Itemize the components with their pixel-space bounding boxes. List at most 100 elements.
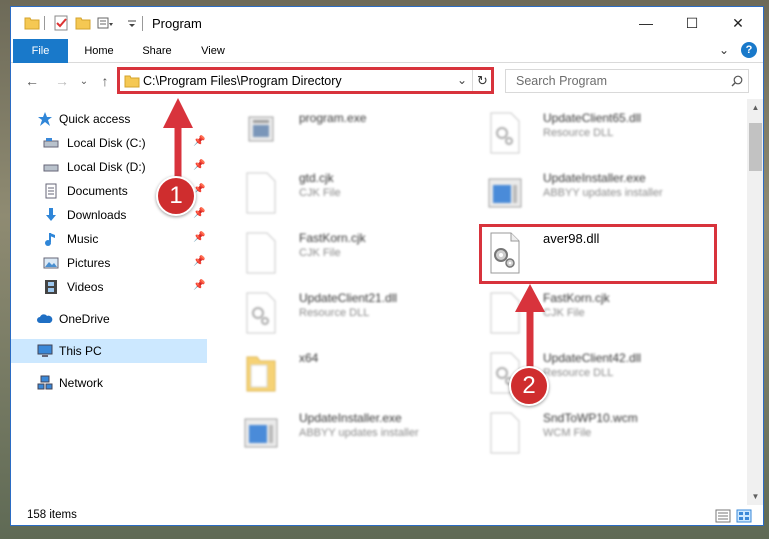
search-box[interactable]: Search Program [505,69,749,93]
search-icon[interactable] [731,75,743,87]
drive-icon [43,138,59,148]
pin-icon: 📌 [193,208,206,219]
status-bar: 158 items [11,505,763,525]
scroll-thumb[interactable] [749,123,762,171]
installer-icon [488,178,522,208]
recent-locations-button[interactable]: ⌄ [75,72,93,90]
cloud-icon [37,314,53,323]
file-type: ABBYY updates installer [299,427,419,439]
network-icon [37,375,53,390]
file-item[interactable]: SndToWP10.wcm WCM File [463,405,703,461]
file-type: Resource DLL [543,367,614,379]
ribbon-expand-icon[interactable]: ⌄ [719,43,729,57]
pictures-icon [43,257,59,269]
sidebar-item-label: Videos [67,280,104,294]
tab-share[interactable]: Share [133,39,181,63]
file-item[interactable]: FastKorn.cjk CJK File [219,225,459,281]
file-item[interactable]: UpdateInstaller.exe ABBYY updates instal… [219,405,459,461]
star-icon [38,112,52,126]
file-item[interactable]: program.exe [219,105,459,161]
forward-button[interactable]: → [53,72,71,90]
new-folder-icon[interactable] [75,15,91,31]
close-button[interactable]: ✕ [715,7,761,39]
maximize-icon: ☐ [685,14,699,31]
tab-view[interactable]: View [191,39,235,63]
search-input[interactable]: Search Program [516,74,607,88]
dropdown-arrow-icon[interactable] [125,15,141,31]
large-icons-view-icon[interactable] [736,509,752,523]
maximize-button[interactable]: ☐ [669,7,715,39]
installer-icon [244,418,278,448]
download-arrow-icon [46,208,56,221]
blank-file-icon [246,232,276,274]
sidebar-item-videos[interactable]: Videos 📌 [11,275,207,299]
file-name: gtd.cjk [299,171,334,185]
help-icon[interactable]: ? [741,42,757,58]
file-item[interactable]: UpdateClient42.dll Resource DLL [463,345,703,401]
file-item[interactable]: UpdateInstaller.exe ABBYY updates instal… [463,165,703,221]
sidebar-item-label: OneDrive [59,312,110,326]
minimize-button[interactable]: — [623,7,669,39]
sidebar-item-label: Pictures [67,256,111,270]
tab-home[interactable]: Home [75,39,123,63]
file-item[interactable]: UpdateClient21.dll Resource DLL [219,285,459,341]
exe-icon [248,116,274,142]
customize-toolbar-icon[interactable] [97,15,113,31]
title-separator [142,16,143,31]
close-icon: ✕ [732,14,744,31]
back-button[interactable]: ← [23,72,41,90]
chevron-down-icon: ⌄ [79,75,89,87]
pin-icon: 📌 [193,160,206,171]
file-name: FastKorn.cjk [299,231,366,245]
sidebar-item-pictures[interactable]: Pictures 📌 [11,251,207,275]
details-view-icon[interactable] [715,509,731,523]
folder-icon[interactable] [24,15,40,31]
file-name: UpdateInstaller.exe [543,171,646,185]
file-item[interactable]: UpdateClient65.dll Resource DLL [463,105,703,161]
scroll-down-icon[interactable]: ▼ [747,488,763,505]
sidebar-item-local-disk-c[interactable]: Local Disk (C:) 📌 [11,131,207,155]
file-item[interactable]: gtd.cjk CJK File [219,165,459,221]
file-type: Resource DLL [299,307,370,319]
sidebar-item-label: Local Disk (D:) [67,160,146,174]
ribbon-tabs: File Home Share View ⌄ ? [11,39,763,63]
film-icon [45,280,57,294]
sidebar-item-network[interactable]: Network [11,371,207,395]
vertical-scrollbar[interactable]: ▲ ▼ [747,99,763,505]
dll-icon [246,292,276,334]
file-list: program.exe UpdateClient65.dll Resource … [211,99,747,505]
file-name: x64 [299,351,319,365]
file-name: UpdateInstaller.exe [299,411,402,425]
folder-icon [246,356,276,392]
sidebar-item-quick-access[interactable]: Quick access [11,107,207,131]
navigation-pane: Quick access Local Disk (C:) 📌 Local Dis… [11,99,211,505]
forward-arrow-icon: → [55,73,69,89]
pin-icon: 📌 [193,136,206,147]
sidebar-item-label: Documents [67,184,128,198]
blank-file-icon [490,292,520,334]
sidebar-item-label: Downloads [67,208,127,222]
sidebar-item-label: Quick access [59,112,131,126]
file-name: SndToWP10.wcm [543,411,638,425]
step-2-badge: 2 [509,366,549,406]
scroll-up-icon[interactable]: ▲ [747,99,763,116]
up-arrow-icon: ↑ [101,73,109,89]
qa-separator [44,16,45,30]
file-item[interactable]: x64 [219,345,459,401]
dll-icon [490,112,520,154]
properties-check-icon[interactable] [53,15,69,31]
tab-file[interactable]: File [13,39,68,63]
music-note-icon [45,233,55,246]
item-count: 158 items [27,509,77,521]
blank-file-icon [246,172,276,214]
pin-icon: 📌 [193,232,206,243]
file-type: CJK File [299,187,341,199]
sidebar-item-this-pc[interactable]: This PC [11,339,207,363]
file-type: ABBYY updates installer [543,187,663,199]
file-item[interactable]: FastKorn.cjk CJK File [463,285,703,341]
sidebar-item-onedrive[interactable]: OneDrive [11,307,207,331]
computer-icon [37,344,53,357]
up-button[interactable]: ↑ [96,72,114,90]
sidebar-item-music[interactable]: Music 📌 [11,227,207,251]
documents-icon [45,183,57,199]
